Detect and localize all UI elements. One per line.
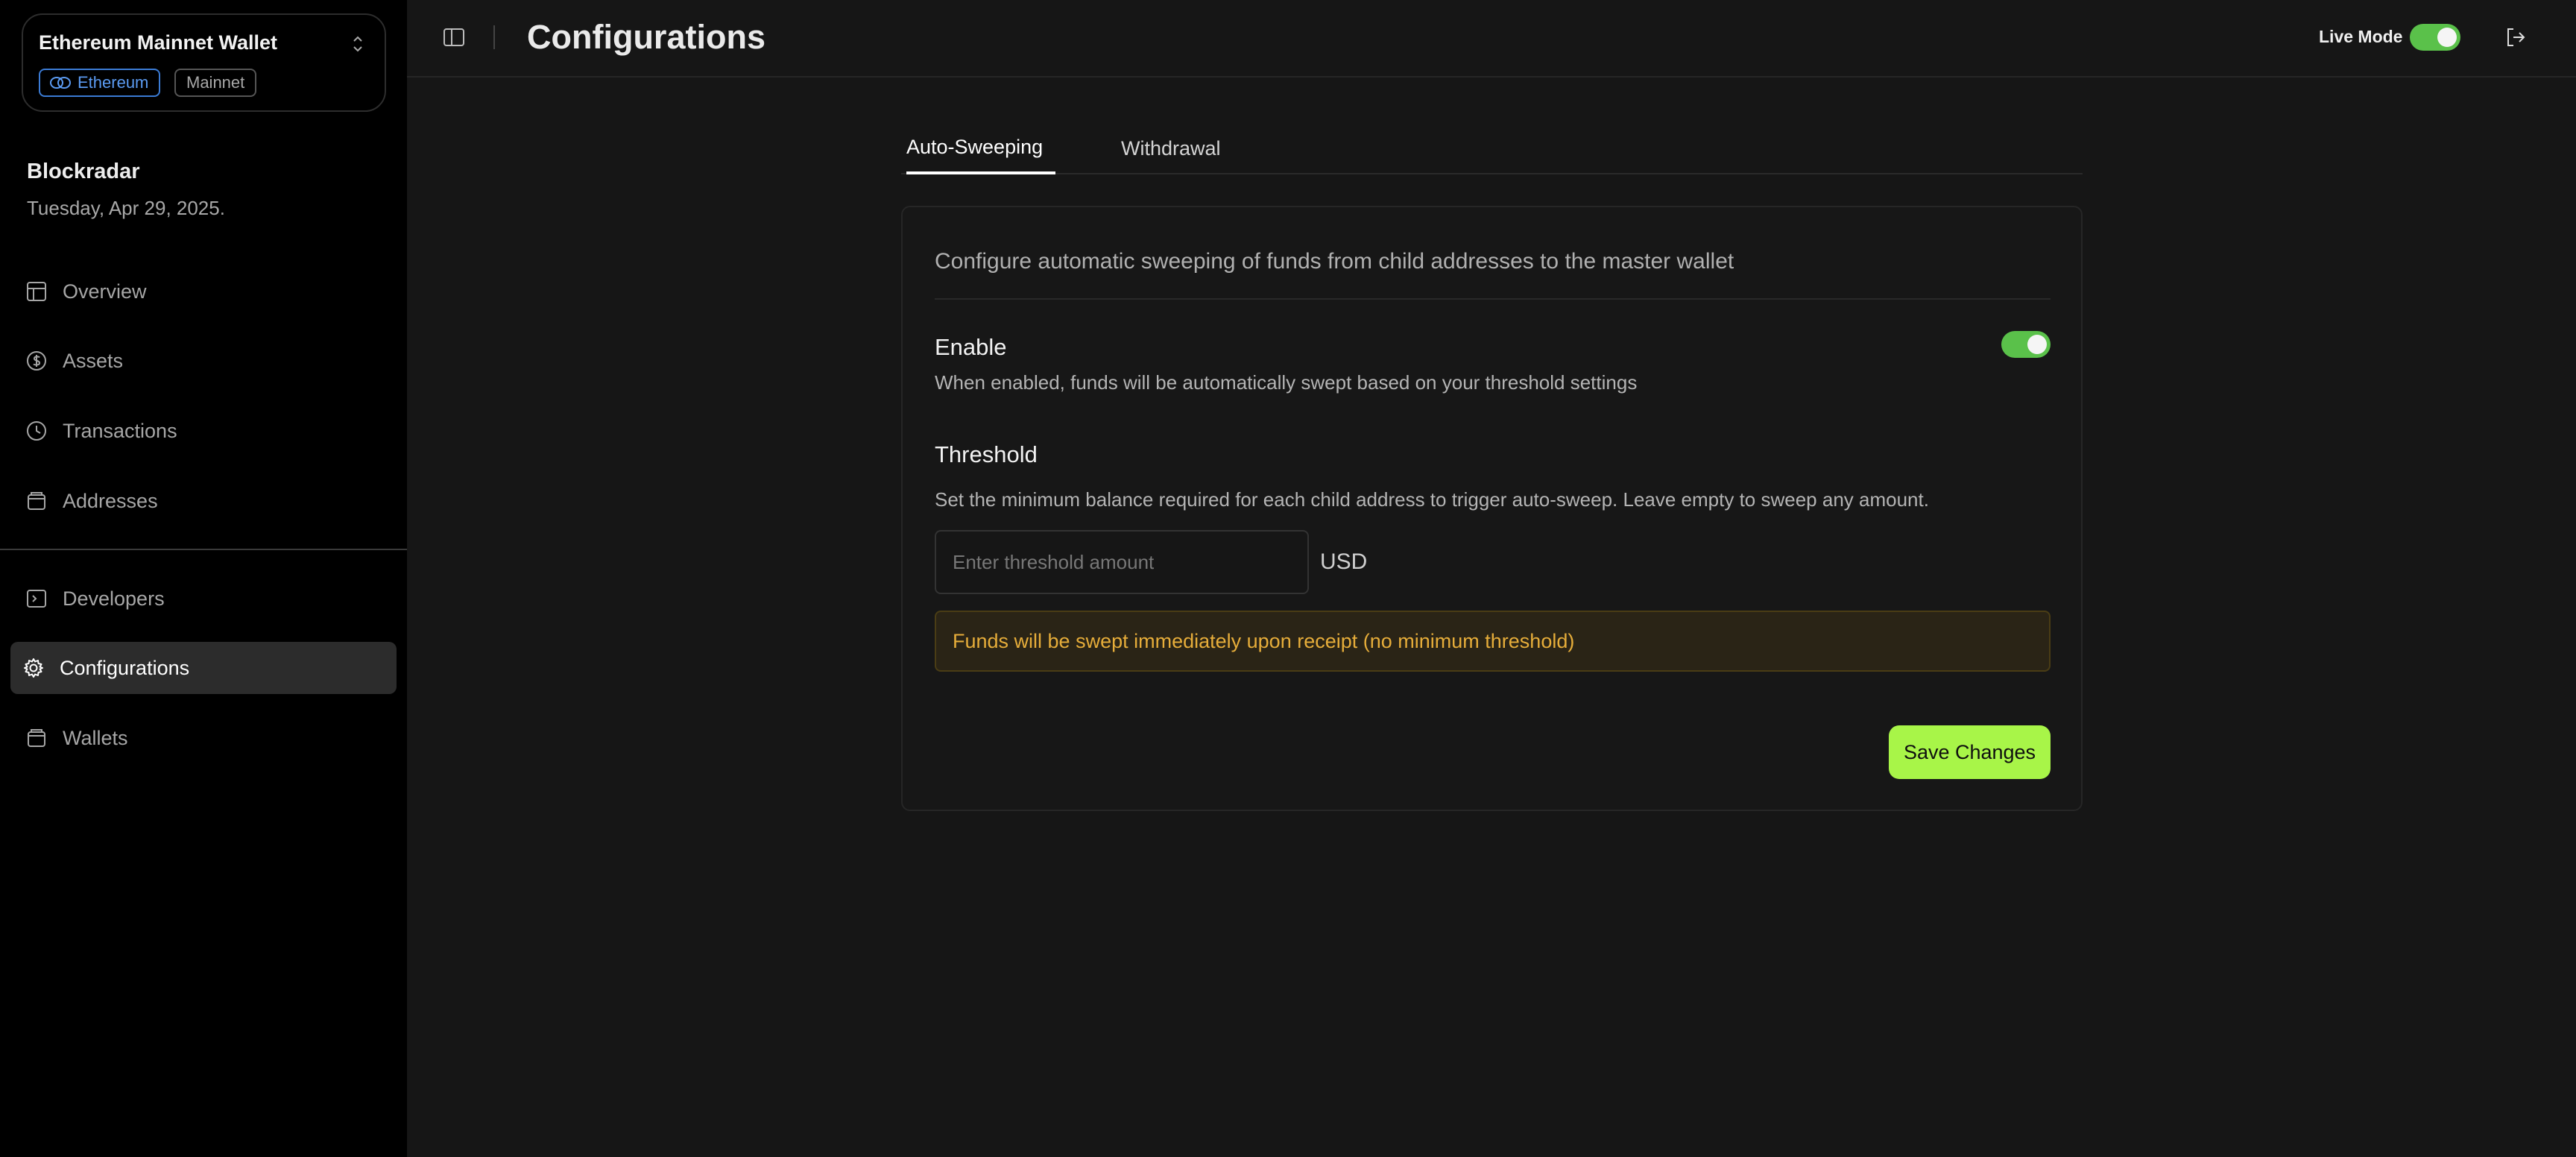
chain-badge-label: Ethereum xyxy=(78,73,149,92)
network-badge: Mainnet xyxy=(174,69,257,97)
toggle-knob xyxy=(2437,28,2457,47)
tab-auto-sweeping[interactable]: Auto-Sweeping xyxy=(906,136,1055,174)
tab-label: Auto-Sweeping xyxy=(906,136,1044,158)
sidebar-item-transactions[interactable]: Transactions xyxy=(10,405,397,457)
active-tab-indicator xyxy=(906,171,1055,174)
toggle-knob xyxy=(2027,335,2047,354)
threshold-description: Set the minimum balance required for eac… xyxy=(935,488,1929,511)
sidebar-item-label: Wallets xyxy=(63,726,128,749)
top-bar: Configurations Live Mode xyxy=(407,0,2576,78)
sidebar-item-overview[interactable]: Overview xyxy=(10,265,397,318)
sidebar-item-label: Addresses xyxy=(63,489,158,512)
sidebar-item-addresses[interactable]: Addresses xyxy=(10,475,397,527)
header-separator xyxy=(493,25,495,49)
sidebar-item-label: Developers xyxy=(63,587,165,610)
dollar-circle-icon xyxy=(27,351,46,371)
terminal-icon xyxy=(27,590,46,608)
sidebar-item-label: Configurations xyxy=(60,656,190,679)
chevron-up-down-icon xyxy=(353,36,362,52)
page-title: Configurations xyxy=(527,18,765,56)
wallet-icon xyxy=(28,729,45,747)
live-mode-toggle[interactable] xyxy=(2410,24,2460,51)
wallet-name: Ethereum Mainnet Wallet xyxy=(39,31,278,54)
current-date: Tuesday, Apr 29, 2025. xyxy=(27,197,225,219)
enable-title: Enable xyxy=(935,334,1007,360)
sidebar-item-label: Transactions xyxy=(63,419,177,442)
threshold-amount-input[interactable] xyxy=(935,530,1309,594)
live-mode-label: Live Mode xyxy=(2319,27,2403,46)
chain-link-icon xyxy=(50,77,71,89)
sidebar-item-developers[interactable]: Developers xyxy=(10,573,397,625)
sidebar-item-label: Overview xyxy=(63,280,147,303)
enable-sweep-toggle[interactable] xyxy=(2001,331,2051,358)
tab-withdrawal[interactable]: Withdrawal xyxy=(1121,137,1221,174)
currency-label: USD xyxy=(1320,549,1368,574)
wallet-switcher[interactable]: Ethereum Mainnet Wallet Ethereum Mainnet xyxy=(22,13,386,112)
sidebar-item-label: Assets xyxy=(63,349,124,372)
auto-sweep-card: Configure automatic sweeping of funds fr… xyxy=(901,206,2083,811)
gear-icon xyxy=(24,658,43,678)
save-changes-button[interactable]: Save Changes xyxy=(1889,725,2051,779)
sweep-notice: Funds will be swept immediately upon rec… xyxy=(935,611,2051,672)
org-name: Blockradar xyxy=(27,160,140,183)
chain-badge: Ethereum xyxy=(39,69,161,97)
card-divider xyxy=(935,298,2051,300)
threshold-title: Threshold xyxy=(935,441,1038,467)
config-tabs: Auto-Sweeping Withdrawal xyxy=(901,128,2083,174)
sidebar-item-configurations[interactable]: Configurations xyxy=(10,642,397,694)
sidebar-toggle-icon[interactable] xyxy=(442,25,466,49)
sidebar-item-wallets[interactable]: Wallets xyxy=(10,712,397,764)
card-description: Configure automatic sweeping of funds fr… xyxy=(935,249,1734,274)
clock-icon xyxy=(27,421,46,441)
enable-description: When enabled, funds will be automaticall… xyxy=(935,371,1638,394)
sidebar-item-assets[interactable]: Assets xyxy=(10,335,397,387)
logout-icon[interactable] xyxy=(2504,25,2528,49)
sidebar-divider xyxy=(0,549,407,550)
wallet-icon xyxy=(28,492,45,510)
sidebar: Ethereum Mainnet Wallet Ethereum Mainnet… xyxy=(0,0,407,1157)
layout-icon xyxy=(27,282,46,301)
tab-label: Withdrawal xyxy=(1121,137,1221,160)
